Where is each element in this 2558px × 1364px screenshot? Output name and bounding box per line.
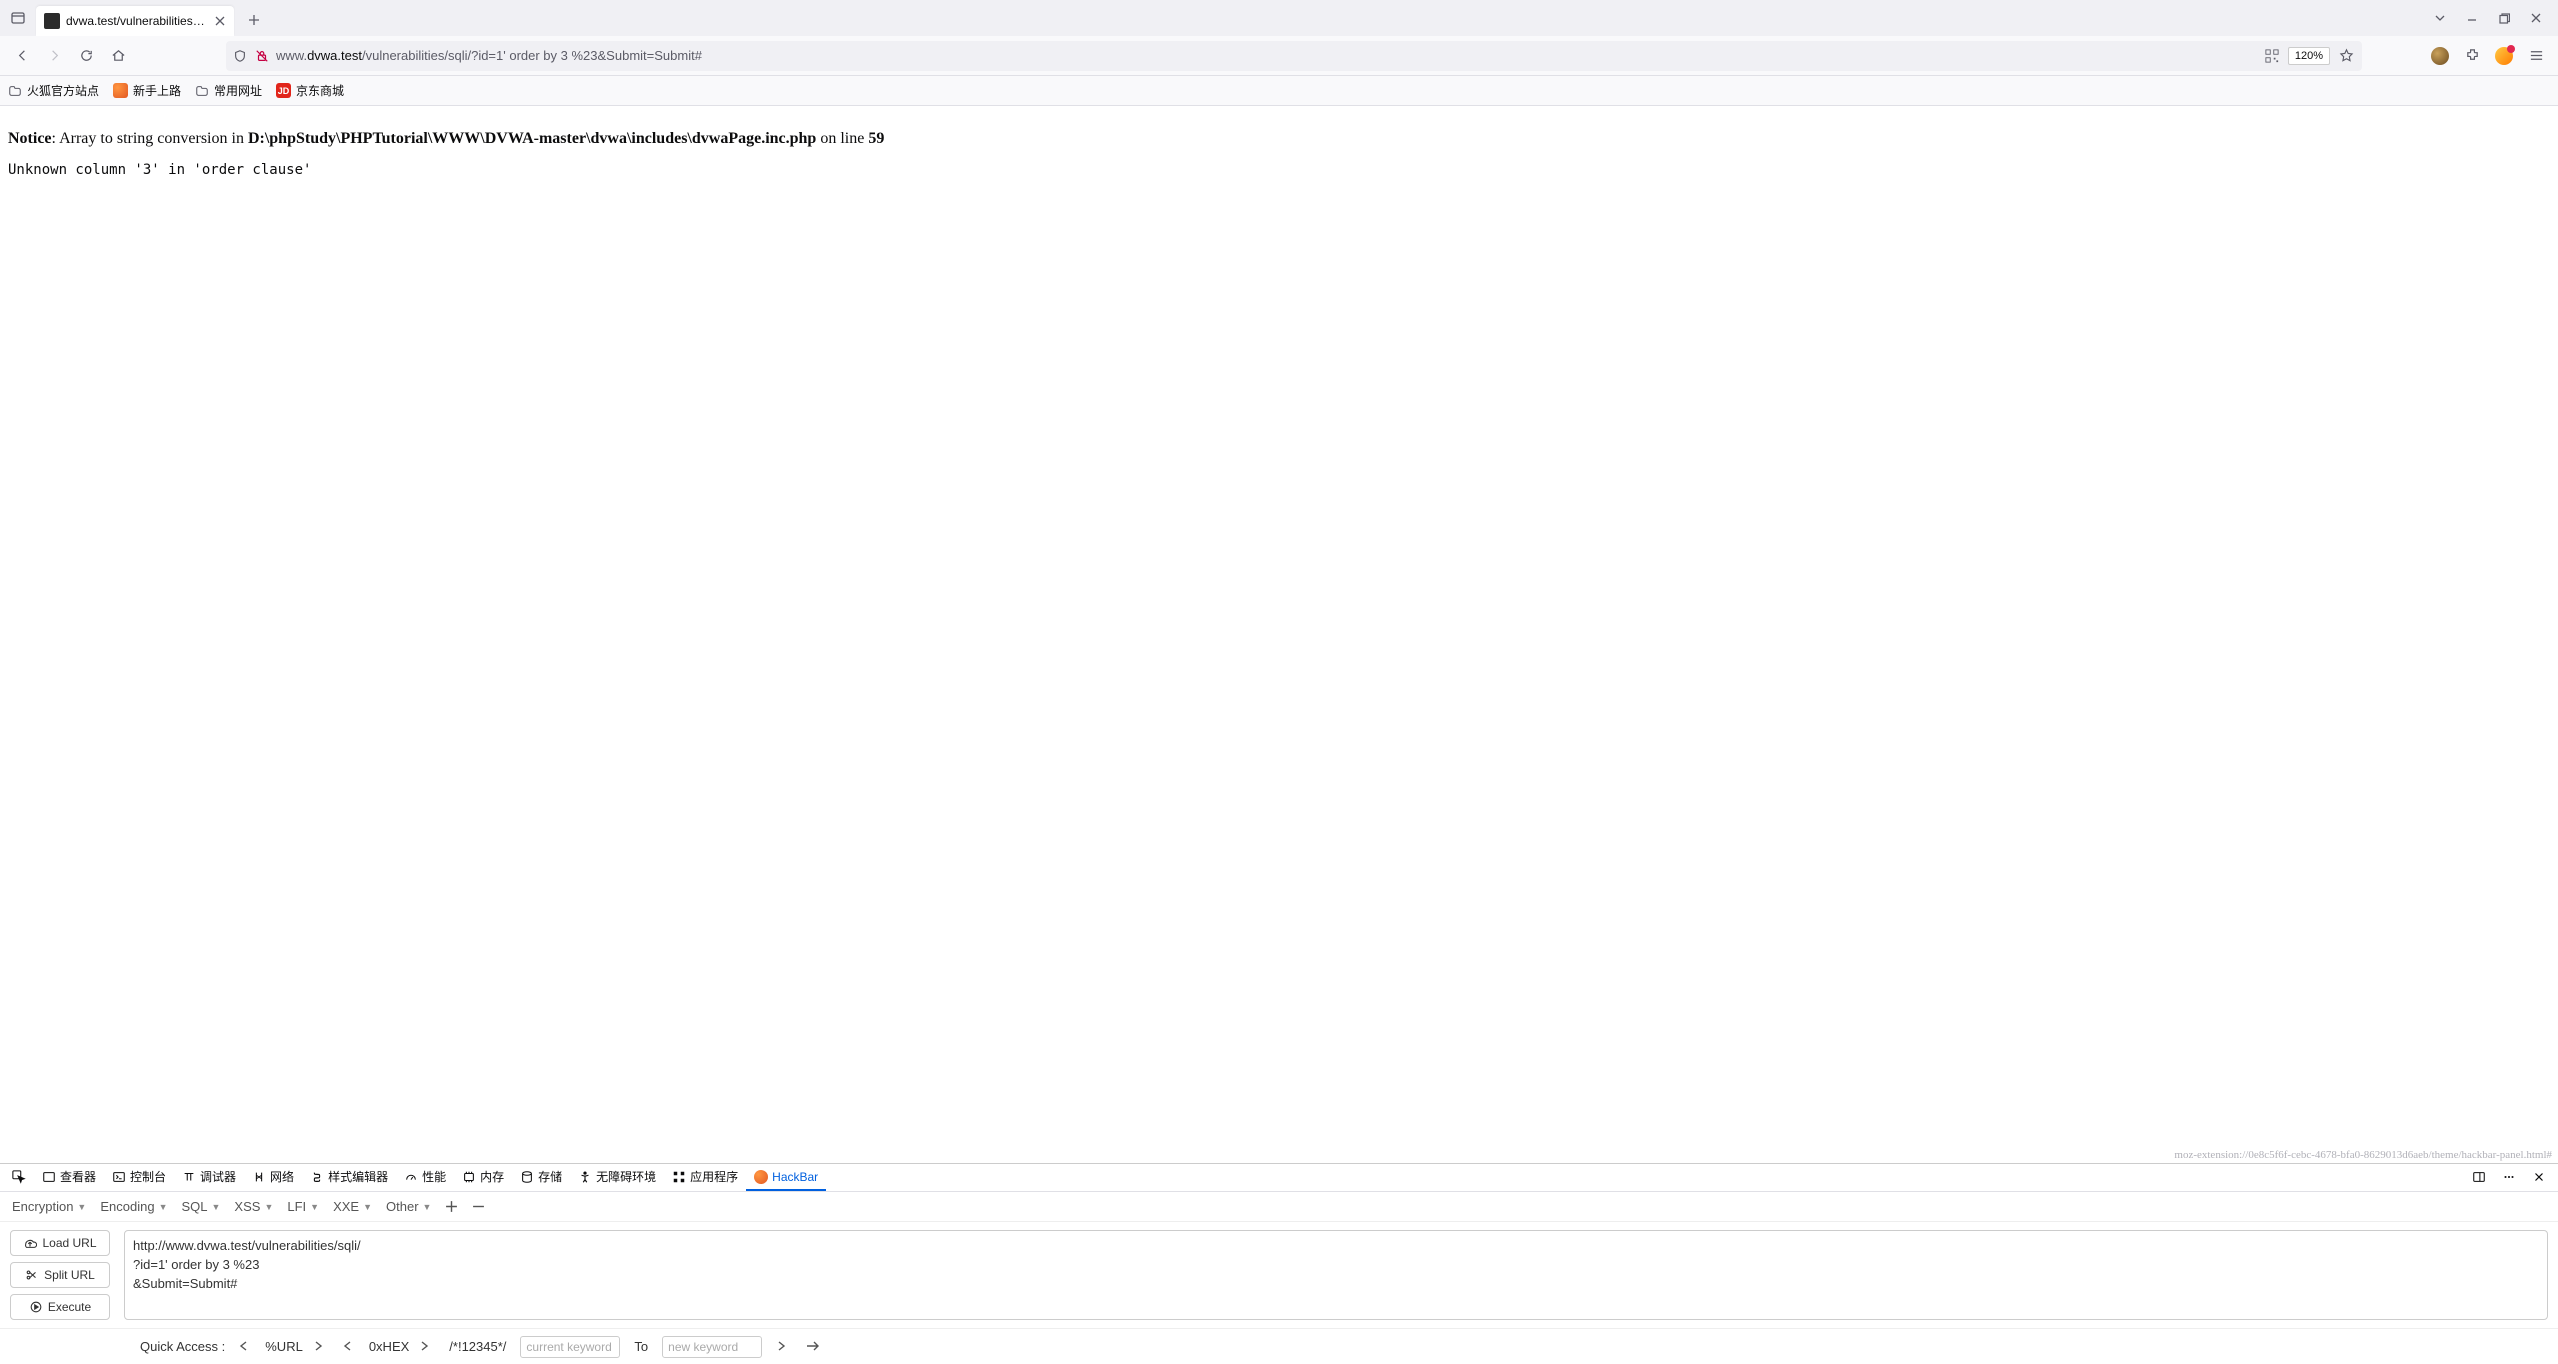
split-url-button[interactable]: Split URL (10, 1262, 110, 1288)
next-url-icon[interactable] (313, 1339, 329, 1354)
hackbar-add-icon[interactable] (443, 1197, 460, 1216)
quick-hex-label[interactable]: 0xHEX (369, 1339, 409, 1354)
hackbar-menu-lfi[interactable]: LFI▼ (285, 1196, 321, 1217)
bookmark-item[interactable]: 新手上路 (113, 82, 181, 99)
zoom-badge[interactable]: 120% (2288, 47, 2330, 65)
quick-access-label: Quick Access : (140, 1339, 225, 1354)
hackbar-menu-encoding[interactable]: Encoding▼ (98, 1196, 169, 1217)
load-url-button[interactable]: Load URL (10, 1230, 110, 1256)
firefox-icon (113, 83, 128, 98)
quick-comment-label[interactable]: /*!12345*/ (449, 1339, 506, 1354)
tab-favicon (44, 13, 60, 29)
devtools-tab-hackbar[interactable]: HackBar (746, 1164, 826, 1191)
bookmarks-bar: 火狐官方站点 新手上路 常用网址 JD 京东商城 (0, 76, 2558, 106)
devtools-dock-icon[interactable] (2464, 1170, 2494, 1186)
devtools-more-icon[interactable] (2494, 1170, 2524, 1186)
nav-toolbar: www.dvwa.test/vulnerabilities/sqli/?id=1… (0, 36, 2558, 76)
bookmark-label: 常用网址 (214, 82, 262, 99)
hackbar-remove-icon[interactable] (470, 1197, 487, 1216)
jd-icon: JD (276, 83, 291, 98)
prev-url-icon[interactable] (239, 1339, 255, 1354)
hackbar-body: Load URL Split URL Execute (0, 1222, 2558, 1328)
reload-button[interactable] (72, 42, 100, 70)
devtools-close-icon[interactable] (2524, 1170, 2554, 1186)
next-hex-icon[interactable] (419, 1339, 435, 1354)
back-button[interactable] (8, 42, 36, 70)
to-label: To (634, 1339, 648, 1354)
execute-button[interactable]: Execute (10, 1294, 110, 1320)
devtools-tab-network[interactable]: 网络 (244, 1164, 302, 1191)
inspect-node-icon[interactable] (4, 1164, 34, 1191)
tab-strip: dvwa.test/vulnerabilities/sqli/ (0, 0, 2558, 36)
tab-title: dvwa.test/vulnerabilities/sqli/ (66, 14, 206, 28)
bookmark-item[interactable]: 火狐官方站点 (8, 82, 99, 99)
account-icon[interactable] (2426, 42, 2454, 70)
tabs-dropdown-icon[interactable] (2426, 4, 2454, 32)
devtools-tab-performance[interactable]: 性能 (396, 1164, 454, 1191)
page-content: Notice: Array to string conversion in D:… (0, 106, 2558, 1163)
hackbar-quick-access: Quick Access : %URL 0xHEX /*!12345*/ To (0, 1328, 2558, 1364)
hackbar-menu-sql[interactable]: SQL▼ (179, 1196, 222, 1217)
devtools-tab-memory[interactable]: 内存 (454, 1164, 512, 1191)
devtools-tab-debugger[interactable]: 调试器 (174, 1164, 244, 1191)
devtools-tab-accessibility[interactable]: 无障碍环境 (570, 1164, 664, 1191)
devtools-tab-console[interactable]: 控制台 (104, 1164, 174, 1191)
url-bar[interactable]: www.dvwa.test/vulnerabilities/sqli/?id=1… (226, 41, 2362, 71)
devtools-tab-inspector[interactable]: 查看器 (34, 1164, 104, 1191)
minimize-icon[interactable] (2458, 4, 2486, 32)
browser-tab[interactable]: dvwa.test/vulnerabilities/sqli/ (36, 6, 234, 36)
new-tab-button[interactable] (240, 6, 268, 34)
hackbar-menu-other[interactable]: Other▼ (384, 1196, 433, 1217)
bookmark-label: 新手上路 (133, 82, 181, 99)
close-window-icon[interactable] (2522, 4, 2550, 32)
moz-extension-url: moz-extension://0e8c5f6f-cebc-4678-bfa0-… (2174, 1149, 2552, 1161)
php-notice: Notice: Array to string conversion in D:… (8, 130, 2550, 148)
forward-button (40, 42, 68, 70)
hackbar-menu-encryption[interactable]: Encryption▼ (10, 1196, 88, 1217)
devtools-tab-storage[interactable]: 存储 (512, 1164, 570, 1191)
bookmark-item[interactable]: JD 京东商城 (276, 82, 344, 99)
extensions-icon[interactable] (2458, 42, 2486, 70)
tab-close-icon[interactable] (212, 13, 228, 29)
app-menu-icon[interactable] (2522, 42, 2550, 70)
quick-url-label[interactable]: %URL (265, 1339, 303, 1354)
bookmark-label: 火狐官方站点 (27, 82, 99, 99)
current-keyword-input[interactable] (520, 1336, 620, 1358)
insecure-lock-icon[interactable] (254, 48, 270, 64)
bookmark-item[interactable]: 常用网址 (195, 82, 262, 99)
tracking-shield-icon[interactable] (232, 48, 248, 64)
profile-icon[interactable] (2490, 42, 2518, 70)
bookmark-star-icon[interactable] (2336, 42, 2356, 70)
new-keyword-input[interactable] (662, 1336, 762, 1358)
hackbar-icon (754, 1170, 768, 1184)
bookmark-label: 京东商城 (296, 82, 344, 99)
devtools-tab-style[interactable]: 样式编辑器 (302, 1164, 396, 1191)
recent-tabs-icon[interactable] (4, 4, 32, 32)
devtools-tab-application[interactable]: 应用程序 (664, 1164, 746, 1191)
hackbar-url-textarea[interactable] (124, 1230, 2548, 1320)
hackbar-menu-xss[interactable]: XSS▼ (232, 1196, 275, 1217)
devtools-panel: 查看器 控制台 调试器 网络 样式编辑器 性能 内存 存储 无障碍环境 应用程序… (0, 1163, 2558, 1364)
replace-next-icon[interactable] (776, 1339, 792, 1354)
url-text: www.dvwa.test/vulnerabilities/sqli/?id=1… (276, 48, 2256, 63)
sql-error: Unknown column '3' in 'order clause' (8, 160, 2550, 180)
prev-hex-icon[interactable] (343, 1339, 359, 1354)
hackbar-menu-xxe[interactable]: XXE▼ (331, 1196, 374, 1217)
home-button[interactable] (104, 42, 132, 70)
replace-go-icon[interactable] (806, 1339, 822, 1354)
hackbar-menu-row: Encryption▼ Encoding▼ SQL▼ XSS▼ LFI▼ XXE… (0, 1192, 2558, 1222)
maximize-icon[interactable] (2490, 4, 2518, 32)
devtools-tabs: 查看器 控制台 调试器 网络 样式编辑器 性能 内存 存储 无障碍环境 应用程序… (0, 1164, 2558, 1192)
qr-icon[interactable] (2262, 42, 2282, 70)
